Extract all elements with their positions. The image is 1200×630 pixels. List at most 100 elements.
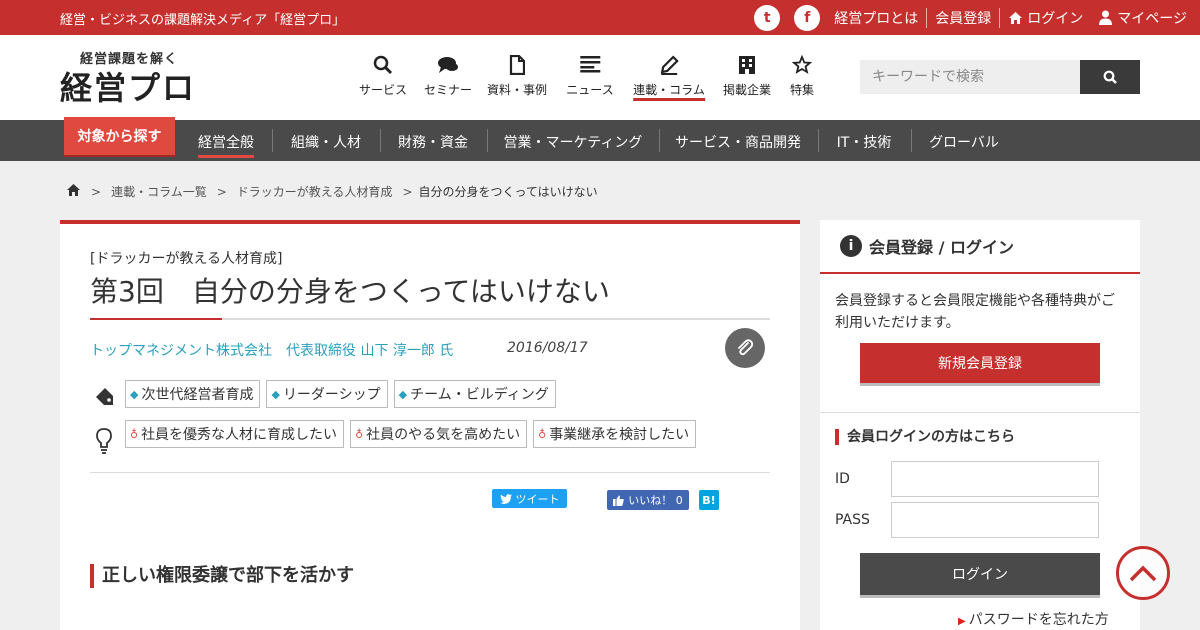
series-name[interactable]: [ドラッカーが教える人材育成] xyxy=(90,248,283,268)
login-button[interactable]: ログイン xyxy=(860,553,1100,595)
nav-seminar[interactable]: セミナー xyxy=(424,55,472,98)
tag-item[interactable]: ◆ リーダーシップ xyxy=(266,380,388,408)
tag-label: 次世代経営者育成 xyxy=(141,387,254,403)
divider xyxy=(487,129,488,152)
register-link[interactable]: 会員登録 xyxy=(926,7,999,28)
article-title: 第3回 自分の分身をつくってはいけない xyxy=(90,275,610,308)
target-search-button[interactable]: 対象から探す xyxy=(64,117,175,155)
member-sidebar: i 会員登録 / ログイン 会員登録すると会員限定機能や各種特典がご利用いただけ… xyxy=(820,220,1140,630)
sidebar-title: 会員登録 / ログイン xyxy=(869,238,1014,257)
about-link[interactable]: 経営プロとは xyxy=(834,8,926,28)
breadcrumb-separator: > xyxy=(402,184,413,199)
nav-news[interactable]: ニュース xyxy=(566,55,614,98)
bulb-marker-icon: ♁ xyxy=(538,427,547,441)
tag-label: リーダーシップ xyxy=(282,387,381,403)
bulb-marker-icon: ♁ xyxy=(355,427,364,441)
twitter-icon xyxy=(499,493,512,504)
issue-label: 社員のやる気を高めたい xyxy=(366,427,521,443)
login-link-label: ログイン xyxy=(1027,10,1084,27)
back-to-top-button[interactable] xyxy=(1116,546,1170,600)
thumbs-up-icon xyxy=(613,495,625,506)
home-icon[interactable] xyxy=(66,182,81,201)
nav-companies[interactable]: 掲載企業 xyxy=(723,55,771,98)
tag-marker-icon: ◆ xyxy=(271,387,280,401)
search-button[interactable] xyxy=(1080,60,1140,94)
sidebar-description: 会員登録すると会員限定機能や各種特典がご利用いただけます。 xyxy=(835,293,1115,331)
breadcrumb-item[interactable]: 連載・コラム一覧 xyxy=(111,183,207,200)
document-icon xyxy=(487,54,547,81)
nav-column-label: 連載・コラム xyxy=(633,83,705,101)
tag-label: チーム・ビルディング xyxy=(410,387,549,403)
id-field[interactable] xyxy=(891,461,1099,497)
cat-hr[interactable]: 組織・人材 xyxy=(291,132,361,152)
breadcrumb-item[interactable]: ドラッカーが教える人材育成 xyxy=(237,183,393,200)
title-underline xyxy=(90,318,770,320)
nav-column[interactable]: 連載・コラム xyxy=(633,55,705,101)
nav-news-label: ニュース xyxy=(566,83,614,97)
cat-it[interactable]: IT・技術 xyxy=(837,132,892,152)
like-button[interactable]: いいね！ 0 xyxy=(607,490,689,510)
divider xyxy=(820,412,1140,413)
nav-feature[interactable]: 特集 xyxy=(789,54,815,98)
paperclip-icon xyxy=(738,339,754,356)
divider xyxy=(90,472,770,473)
tag-item[interactable]: ◆ 次世代経営者育成 xyxy=(125,380,261,408)
breadcrumb-separator: > xyxy=(216,184,227,199)
search-icon xyxy=(359,55,407,81)
divider xyxy=(911,129,912,152)
login-heading: 会員ログインの方はこちら xyxy=(835,429,1015,445)
tag-icon xyxy=(94,386,114,411)
issue-item[interactable]: ♁ 事業継承を検討したい xyxy=(533,420,697,448)
mypage-link-label: マイページ xyxy=(1117,10,1187,27)
issue-label: 社員を優秀な人材に育成したい xyxy=(141,427,338,443)
divider xyxy=(272,129,273,152)
tweet-button[interactable]: ツイート xyxy=(492,489,567,508)
site-logo[interactable]: 経営プロ xyxy=(60,63,196,109)
issue-label: 事業継承を検討したい xyxy=(549,427,690,443)
pencil-icon xyxy=(633,55,705,81)
forgot-password-link[interactable]: ▶ パスワードを忘れた方 xyxy=(958,609,1109,629)
site-tagline: 経営・ビジネスの課題解決メディア「経営プロ」 xyxy=(60,13,346,28)
divider xyxy=(818,129,819,152)
breadcrumb: > 連載・コラム一覧 > ドラッカーが教える人材育成 > 自分の分身をつくっては… xyxy=(66,182,598,201)
cat-marketing[interactable]: 営業・マーケティング xyxy=(504,132,643,152)
login-link[interactable]: ログイン xyxy=(999,7,1091,28)
facebook-icon[interactable]: f xyxy=(794,4,821,31)
section-heading: 正しい権限委譲で部下を活かす xyxy=(90,564,354,588)
chat-icon xyxy=(424,55,472,81)
pass-label: PASS xyxy=(835,512,870,528)
category-bar: 対象から探す 経営全般 組織・人材 財務・資金 営業・マーケティング サービス・… xyxy=(0,117,1200,161)
nav-feature-label: 特集 xyxy=(789,83,815,97)
cat-product-dev[interactable]: サービス・商品開発 xyxy=(675,132,801,152)
nav-companies-label: 掲載企業 xyxy=(722,83,772,97)
issue-list: ♁ 社員を優秀な人材に育成したい ♁ 社員のやる気を高めたい ♁ 事業継承を検討したい xyxy=(125,420,697,448)
issue-item[interactable]: ♁ 社員を優秀な人材に育成したい xyxy=(125,420,345,448)
hatena-bookmark-button[interactable]: B! xyxy=(699,490,719,510)
author-name[interactable]: トップマネジメント株式会社 代表取締役 山下 淳一郎 氏 xyxy=(90,340,453,360)
nav-service-label: サービス xyxy=(358,83,408,97)
nav-service[interactable]: サービス xyxy=(359,55,407,98)
top-links: t f 経営プロとは 会員登録 ログイン マイページ xyxy=(754,0,1200,35)
issue-item[interactable]: ♁ 社員のやる気を高めたい xyxy=(350,420,528,448)
info-icon: i xyxy=(840,235,862,257)
cat-finance[interactable]: 財務・資金 xyxy=(398,132,468,152)
clip-button[interactable] xyxy=(725,328,765,368)
sidebar-header: i 会員登録 / ログイン xyxy=(820,220,1140,274)
nav-seminar-label: セミナー xyxy=(423,83,473,97)
article-card: [ドラッカーが教える人材育成] 第3回 自分の分身をつくってはいけない トップマ… xyxy=(60,220,800,630)
password-field[interactable] xyxy=(891,502,1099,538)
arrow-right-icon: ▶ xyxy=(958,616,966,627)
twitter-icon[interactable]: t xyxy=(754,4,781,31)
breadcrumb-separator: > xyxy=(91,184,102,199)
user-icon xyxy=(1099,10,1113,25)
mypage-link[interactable]: マイページ xyxy=(1091,8,1200,28)
tag-item[interactable]: ◆ チーム・ビルディング xyxy=(393,380,556,408)
cat-global[interactable]: グローバル xyxy=(929,132,999,152)
search-input[interactable] xyxy=(860,60,1080,94)
breadcrumb-current: 自分の分身をつくってはいけない xyxy=(418,185,598,199)
cat-management[interactable]: 経営全般 xyxy=(198,132,254,158)
star-icon xyxy=(790,54,814,81)
nav-documents[interactable]: 資料・事例 xyxy=(487,54,547,98)
id-label: ID xyxy=(835,471,850,487)
register-button[interactable]: 新規会員登録 xyxy=(860,343,1100,383)
